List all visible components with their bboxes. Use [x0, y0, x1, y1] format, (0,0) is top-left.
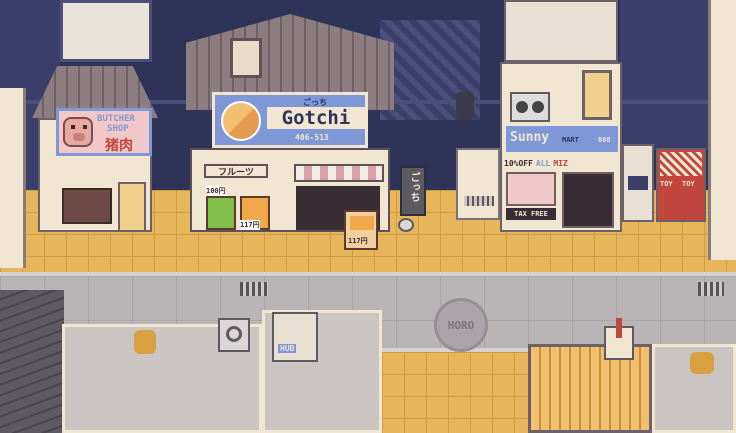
manhole-text: HORO	[447, 318, 475, 332]
price-crate: 117円	[348, 237, 368, 245]
gotchi-awning	[294, 164, 384, 182]
drain-left	[240, 282, 268, 296]
roof-left-slope	[0, 290, 64, 433]
gotchi-name: Gotchi	[267, 107, 365, 129]
sunny-mart: Sunny MART 008 10%OFF ALL MIZ TAX FREE	[500, 0, 622, 232]
sunny-mart-window	[582, 70, 612, 120]
butcher-sign-line2: SHOP	[107, 124, 129, 134]
butcher-shop: BUTCHER SHOP 猪肉	[32, 66, 158, 232]
split-circle-logo-icon	[221, 101, 261, 141]
lower-sidewalk	[382, 352, 532, 433]
gotchi-attic-window	[230, 38, 262, 78]
fan-icon	[510, 92, 550, 122]
promo-2: ALL	[535, 158, 551, 168]
bg-building-left-window	[60, 0, 152, 62]
butcher-sign-line1: BUTCHER	[97, 114, 135, 124]
generator: HUB	[272, 312, 318, 362]
left-edge-building	[0, 88, 26, 268]
butcher-kanji: 猪肉	[105, 138, 133, 154]
sunny-mart-number: 008	[598, 136, 611, 144]
generator-label: HUB	[278, 344, 297, 353]
pig-icon	[63, 117, 93, 147]
tax-free-sign: TAX FREE	[506, 208, 556, 220]
fruit-crate-sidewalk: 117円	[344, 210, 378, 250]
toy-machines: TOY TOY	[656, 148, 706, 222]
gotchi-banner: フルーツ	[204, 164, 268, 178]
sunny-mart-name: Sunny	[510, 130, 550, 145]
toy-label-1: TOY	[660, 180, 673, 188]
price-mid: 117円	[240, 220, 260, 230]
sunny-mart-subname: MART	[562, 136, 579, 144]
gotchi-store: ごっち Gotchi 406-513 フルーツ 100円 117円	[186, 0, 394, 232]
gotchi-banner-kana: フルーツ	[218, 167, 254, 178]
sunny-mart-sign: Sunny MART 008	[504, 124, 620, 154]
trash-can	[456, 92, 474, 120]
sunny-mart-door	[562, 172, 614, 228]
vertical-banner-text: ごっち	[408, 172, 419, 202]
butcher-door	[118, 182, 146, 232]
butcher-sign: BUTCHER SHOP 猪肉	[56, 108, 152, 156]
drain-right	[698, 282, 724, 296]
toy-label-2: TOY	[682, 180, 695, 188]
tax-free-text: TAX FREE	[514, 210, 548, 218]
sunny-mart-promo: 10%OFF ALL MIZ	[504, 156, 588, 170]
plant-pot-right	[690, 352, 714, 374]
banner-stand	[398, 218, 414, 232]
promo-3: MIZ	[553, 158, 568, 168]
price-left: 100円	[206, 186, 226, 196]
gotchi-phone: 406-513	[295, 133, 329, 142]
right-edge-building	[708, 0, 736, 260]
gotchi-sign: ごっち Gotchi 406-513	[212, 92, 368, 148]
plant-pot	[134, 330, 156, 354]
white-cabinet	[456, 148, 500, 220]
roof-vent-pipe	[604, 318, 634, 360]
fruit-crate-left: 100円	[206, 186, 236, 230]
ac-unit-icon	[218, 318, 250, 352]
sunny-mart-upper	[504, 0, 618, 62]
butcher-counter	[62, 188, 112, 224]
promo-1: 10%OFF	[504, 158, 533, 168]
vertical-banner: ごっち	[400, 166, 426, 216]
fruit-crate-mid: 117円	[240, 196, 270, 230]
sunny-mart-posters	[506, 172, 556, 206]
manhole: HORO	[434, 298, 488, 352]
vending-machine	[622, 144, 654, 222]
street-scene: HORO BUTCHER SHOP 猪肉 ごっち Gotchi 406-513	[0, 0, 736, 433]
